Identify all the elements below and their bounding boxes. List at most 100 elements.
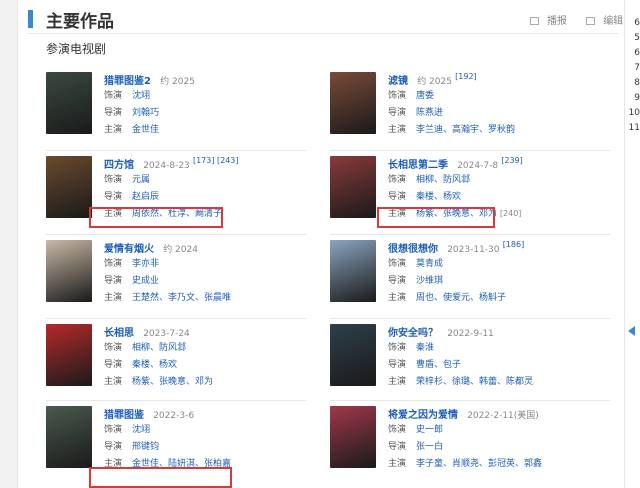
drama-title[interactable]: 你安全吗？ [388,328,438,339]
actor-label: 饰演 [388,259,407,269]
reference-link[interactable]: [186] [503,240,525,249]
drama-title[interactable]: 猎罪图鉴2 [104,76,151,87]
director-value[interactable]: 秦楼、杨欢 [132,360,177,370]
director-label: 导演 [104,442,123,452]
drama-poster[interactable] [330,240,376,302]
drama-poster[interactable] [330,72,376,134]
star-value[interactable]: 荣梓杉、徐璐、韩蕾、陈都灵 [416,377,533,387]
drama-title[interactable]: 长相思 [104,328,134,339]
director-line: 导演 秦楼、杨欢 [104,357,304,374]
speak-label: 播报 [547,16,567,27]
director-value[interactable]: 沙维琪 [416,276,443,286]
actor-line: 饰演 沈翊 [104,422,304,439]
drama-title[interactable]: 四方馆 [104,160,134,171]
actor-value[interactable]: 沈翊 [132,425,150,435]
drama-title-line: 你安全吗？ 2022-9-11 [388,324,588,340]
drama-item: 长相思 2023-7-24 饰演 相柳、防风邶 导演 秦楼、杨欢 主演 杨紫、张晚意、… [46,324,296,404]
collapse-arrow-icon[interactable] [628,326,635,336]
star-value[interactable]: 王楚然、李乃文、张晨唯 [132,293,231,303]
actor-label: 饰演 [104,91,123,101]
actor-value[interactable]: 沈翊 [132,91,150,101]
drama-poster[interactable] [46,240,92,302]
drama-poster[interactable] [46,156,92,218]
drama-date: 2022-2-11(美国) [467,411,539,421]
actor-label: 饰演 [388,91,407,101]
right-panel-numbers: 6 5 6 7 8 9 10 11 [628,16,640,136]
drama-date: 2024-7-8 [457,161,499,171]
drama-title[interactable]: 滤镜 [388,76,408,87]
drama-poster[interactable] [330,406,376,468]
drama-info: 爱情有烟火 约 2024 饰演 李亦非 导演 史成业 主演 王楚然、李乃文、张晨唯 [104,240,304,307]
edit-label: 编辑 [603,16,624,27]
actor-value[interactable]: 秦淮 [416,343,434,353]
drama-poster[interactable] [46,324,92,386]
actor-value[interactable]: 元属 [132,175,150,185]
star-value[interactable]: 李兰迪、高瀚宇、罗秋韵 [416,125,515,135]
actor-value[interactable]: 史一郎 [416,425,443,435]
actor-value[interactable]: 莫青成 [416,259,443,269]
right-number[interactable]: 6 [628,46,640,61]
right-number[interactable]: 11 [628,121,640,136]
drama-date: 约 2025 [160,77,195,87]
speak-button[interactable]: 播报 [530,16,575,27]
drama-poster[interactable] [330,324,376,386]
reference-link[interactable]: [192] [455,72,477,81]
right-number[interactable]: 7 [628,61,640,76]
right-number[interactable]: 5 [628,31,640,46]
right-number[interactable]: 10 [628,106,640,121]
drama-date: 2024-8-23 [143,161,190,171]
director-value[interactable]: 曹盾、包子 [416,360,461,370]
right-number[interactable]: 9 [628,91,640,106]
director-value[interactable]: 邢键钧 [132,442,159,452]
reference-link[interactable]: [173] [243] [193,156,239,165]
edit-button[interactable]: 编辑 [586,16,631,27]
drama-title[interactable]: 很想很想你 [388,244,438,255]
drama-item: 猎罪图鉴2 约 2025 饰演 沈翊 导演 刘翰巧 主演 金世佳 [46,72,296,152]
star-value[interactable]: 杨紫、张晚意、邓为 [132,377,213,387]
director-value[interactable]: 史成业 [132,276,159,286]
actor-value[interactable]: 唐委 [416,91,434,101]
star-label: 主演 [388,377,407,387]
drama-title[interactable]: 长相思第二季 [388,160,448,171]
drama-info: 滤镜 约 2025 [192] 饰演 唐委 导演 陈燕进 主演 李兰迪、高瀚宇、罗秋韵 [388,72,588,139]
drama-poster[interactable] [46,72,92,134]
actor-line: 饰演 相柳、防风邶 [104,340,304,357]
actor-line: 饰演 相柳、防风邶 [388,172,588,189]
star-value[interactable]: 周也、使爱元、杨斛子 [416,293,506,303]
star-value[interactable]: 李子童、肖顺尧、彭冠英、郭鑫 [416,459,542,469]
director-value[interactable]: 秦楼、杨欢 [416,192,461,202]
drama-title-line: 四方馆 2024-8-23 [173] [243] [104,156,304,172]
drama-title-line: 将爱之因为爱情 2022-2-11(美国) [388,406,588,422]
director-value[interactable]: 张一白 [416,442,443,452]
director-value[interactable]: 刘翰巧 [132,108,159,118]
actor-value[interactable]: 相柳、防风邶 [132,343,186,353]
star-label: 主演 [104,377,123,387]
actor-line: 饰演 元属 [104,172,304,189]
star-value[interactable]: 金世佳 [132,125,159,135]
actor-value[interactable]: 李亦非 [132,259,159,269]
drama-title[interactable]: 将爱之因为爱情 [388,410,458,421]
director-line: 导演 秦楼、杨欢 [388,189,588,206]
director-value[interactable]: 赵启辰 [132,192,159,202]
star-line: 主演 金世佳 [104,122,304,139]
actor-line: 饰演 沈翊 [104,88,304,105]
divider [28,33,618,34]
drama-title-line: 滤镜 约 2025 [192] [388,72,588,88]
director-line: 导演 刘翰巧 [104,105,304,122]
highlight-box [89,467,232,488]
star-label: 主演 [104,293,123,303]
reference-link[interactable]: [239] [501,156,523,165]
drama-title[interactable]: 爱情有烟火 [104,244,154,255]
drama-info: 长相思 2023-7-24 饰演 相柳、防风邶 导演 秦楼、杨欢 主演 杨紫、张晚意、… [104,324,304,391]
drama-poster[interactable] [330,156,376,218]
actor-label: 饰演 [104,259,123,269]
drama-info: 猎罪图鉴 2022-3-6 饰演 沈翊 导演 邢键钧 主演 金世佳、陆妍淇、张柏嘉 [104,406,304,473]
star-line: 主演 杨紫、张晚意、邓为 [104,374,304,391]
drama-poster[interactable] [46,406,92,468]
reference-link[interactable]: [240] [500,209,522,218]
actor-value[interactable]: 相柳、防风邶 [416,175,470,185]
star-label: 主演 [104,125,123,135]
drama-title[interactable]: 猎罪图鉴 [104,410,144,421]
director-value[interactable]: 陈燕进 [416,108,443,118]
right-number[interactable]: 8 [628,76,640,91]
